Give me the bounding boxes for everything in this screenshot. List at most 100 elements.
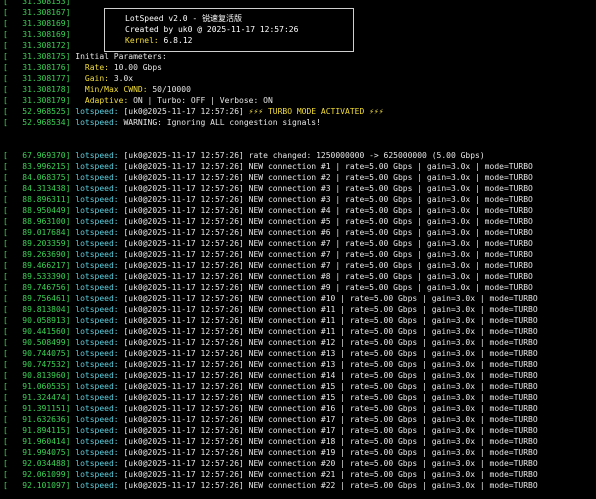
log-message xyxy=(75,63,85,72)
timestamp-bracket: ] xyxy=(65,459,76,468)
log-prefix: lotspeed: xyxy=(75,294,119,303)
log-timestamp: 31.308176 xyxy=(7,63,66,72)
log-message: connection #22 | rate=5.00 Gbps | gain=3… xyxy=(263,481,538,490)
timestamp-bracket: ] xyxy=(65,96,76,105)
timestamp-bracket: ] xyxy=(65,63,76,72)
log-stamp: [uk0@2025-11-17 12:57:26] xyxy=(118,217,249,226)
timestamp-bracket: ] xyxy=(65,283,76,292)
log-stamp: [uk0@2025-11-17 12:57:26] xyxy=(118,173,249,182)
log-stamp: [uk0@2025-11-17 12:57:26] xyxy=(118,228,249,237)
log-timestamp: 31.308177 xyxy=(7,74,66,83)
timestamp-bracket: ] xyxy=(65,349,76,358)
log-message: connection #20 | rate=5.00 Gbps | gain=3… xyxy=(263,459,538,468)
timestamp-bracket: ] xyxy=(65,19,76,28)
log-timestamp: 90.441560 xyxy=(7,327,66,336)
log-line: [ 89.533390] lotspeed: [uk0@2025-11-17 1… xyxy=(3,271,533,282)
log-line: [ 88.963100] lotspeed: [uk0@2025-11-17 1… xyxy=(3,216,533,227)
timestamp-bracket: ] xyxy=(65,151,76,160)
timestamp-bracket: ] xyxy=(65,393,76,402)
log-message: ⚡⚡⚡ TURBO MODE ACTIVATED ⚡⚡⚡ xyxy=(248,107,384,116)
log-prefix: lotspeed: xyxy=(75,261,119,270)
log-message: connection #11 | rate=5.00 Gbps | gain=3… xyxy=(263,305,538,314)
log-message: connection #7 | rate=5.00 Gbps | gain=3.… xyxy=(263,250,533,259)
timestamp-bracket: ] xyxy=(65,217,76,226)
timestamp-bracket: ] xyxy=(65,426,76,435)
kernel-label: Kernel: xyxy=(125,36,159,45)
log-timestamp: 84.068375 xyxy=(7,173,66,182)
log-new-tag: NEW xyxy=(248,261,264,270)
log-timestamp: 52.968534 xyxy=(7,118,66,127)
terminal-window[interactable]: [ 31.308153] [ 31.308167] [ 31.308169] [… xyxy=(0,0,596,499)
timestamp-bracket: ] xyxy=(65,206,76,215)
timestamp-bracket: ] xyxy=(65,294,76,303)
log-timestamp: 88.963100 xyxy=(7,217,66,226)
log-prefix: lotspeed: xyxy=(75,371,119,380)
log-timestamp: 89.263690 xyxy=(7,250,66,259)
timestamp-bracket: ] xyxy=(65,228,76,237)
log-timestamp: 31.308178 xyxy=(7,85,66,94)
log-prefix: lotspeed: xyxy=(75,415,119,424)
timestamp-bracket: ] xyxy=(65,85,76,94)
log-stamp: [uk0@2025-11-17 12:57:26] xyxy=(118,239,249,248)
log-line: [ 90.441560] lotspeed: [uk0@2025-11-17 1… xyxy=(3,326,538,337)
log-line: [ 91.391151] lotspeed: [uk0@2025-11-17 1… xyxy=(3,403,538,414)
log-stamp: [uk0@2025-11-17 12:57:26] xyxy=(118,316,249,325)
log-prefix: lotspeed: xyxy=(75,382,119,391)
log-line: [ 31.308177] Gain: 3.0x xyxy=(3,73,133,84)
log-new-tag: NEW xyxy=(248,272,264,281)
timestamp-bracket: ] xyxy=(65,0,76,6)
timestamp-bracket: ] xyxy=(65,470,76,479)
timestamp-bracket: ] xyxy=(65,404,76,413)
log-line: [ 92.034488] lotspeed: [uk0@2025-11-17 1… xyxy=(3,458,538,469)
log-prefix: lotspeed: xyxy=(75,481,119,490)
log-line: [ 90.813960] lotspeed: [uk0@2025-11-17 1… xyxy=(3,370,538,381)
timestamp-bracket: ] xyxy=(65,74,76,83)
log-line: [ 88.950449] lotspeed: [uk0@2025-11-17 1… xyxy=(3,205,533,216)
log-new-tag: NEW xyxy=(248,206,264,215)
log-stamp: [uk0@2025-11-17 12:57:26] xyxy=(118,283,249,292)
log-prefix: lotspeed: xyxy=(75,426,119,435)
log-line: [ 31.308178] Min/Max CWND: 50/10000 xyxy=(3,84,191,95)
log-timestamp: 91.060535 xyxy=(7,382,66,391)
log-message: lotspeed: xyxy=(75,107,119,116)
log-line: [ 67.969370] lotspeed: [uk0@2025-11-17 1… xyxy=(3,150,485,161)
log-prefix: lotspeed: xyxy=(75,437,119,446)
log-new-tag: NEW xyxy=(248,195,264,204)
log-message: Initial Parameters: xyxy=(75,52,167,61)
log-message: connection #3 | rate=5.00 Gbps | gain=3.… xyxy=(263,184,533,193)
log-message: connection #6 | rate=5.00 Gbps | gain=3.… xyxy=(263,228,533,237)
log-timestamp: 91.994075 xyxy=(7,448,66,457)
log-prefix: lotspeed: xyxy=(75,360,119,369)
log-line: [ 90.058913] lotspeed: [uk0@2025-11-17 1… xyxy=(3,315,538,326)
log-message: connection #11 | rate=5.00 Gbps | gain=3… xyxy=(263,316,538,325)
log-timestamp: 89.813804 xyxy=(7,305,66,314)
log-line: [ 89.756461] lotspeed: [uk0@2025-11-17 1… xyxy=(3,293,538,304)
log-prefix: lotspeed: xyxy=(75,184,119,193)
log-timestamp: 89.466217 xyxy=(7,261,66,270)
log-timestamp: 88.950449 xyxy=(7,206,66,215)
log-prefix: lotspeed: xyxy=(75,349,119,358)
timestamp-bracket: ] xyxy=(65,338,76,347)
log-line: [ 91.894115] lotspeed: [uk0@2025-11-17 1… xyxy=(3,425,538,436)
log-message xyxy=(75,85,85,94)
log-message: 50/10000 xyxy=(147,85,191,94)
timestamp-bracket: ] xyxy=(65,437,76,446)
timestamp-bracket: ] xyxy=(65,448,76,457)
log-prefix: lotspeed: xyxy=(75,338,119,347)
log-new-tag: NEW xyxy=(248,470,264,479)
timestamp-bracket: ] xyxy=(65,118,76,127)
log-new-tag: NEW xyxy=(248,305,264,314)
log-line: [ 52.968534] lotspeed: WARNING: Ignoring… xyxy=(3,117,321,128)
log-new-tag: NEW xyxy=(248,239,264,248)
log-message xyxy=(75,96,85,105)
log-message: [uk0@2025-11-17 12:57:26] rate changed: … xyxy=(118,151,485,160)
log-message: WARNING: Ignoring ALL congestion signals… xyxy=(118,118,321,127)
log-new-tag: NEW xyxy=(248,393,264,402)
log-prefix: lotspeed: xyxy=(75,283,119,292)
log-new-tag: NEW xyxy=(248,162,264,171)
log-message: lotspeed: xyxy=(75,151,119,160)
log-stamp: [uk0@2025-11-17 12:57:26] xyxy=(118,404,249,413)
log-line: [ 90.744075] lotspeed: [uk0@2025-11-17 1… xyxy=(3,348,538,359)
log-stamp: [uk0@2025-11-17 12:57:26] xyxy=(118,206,249,215)
log-new-tag: NEW xyxy=(248,382,264,391)
